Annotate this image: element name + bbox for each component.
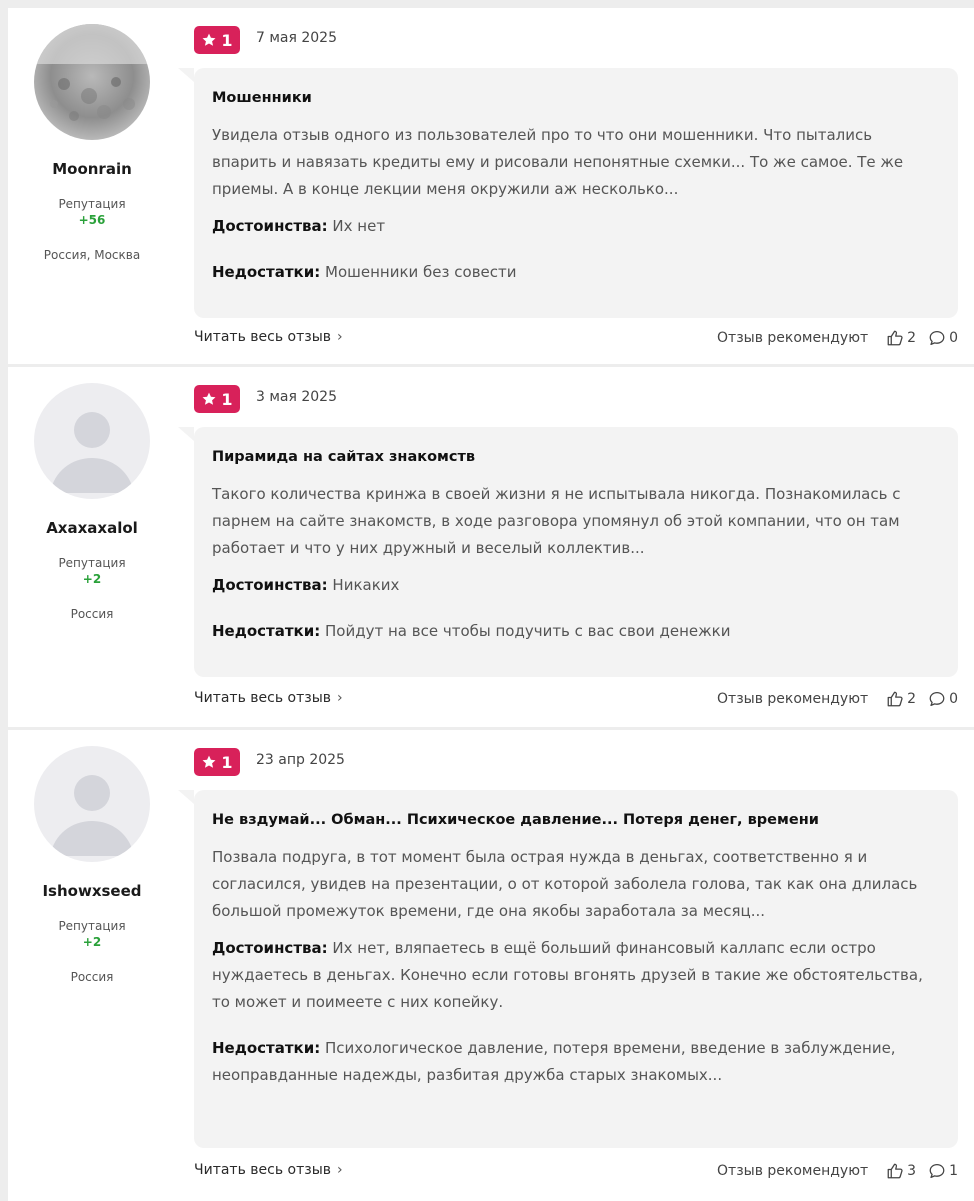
rating-value: 1 (221, 389, 233, 409)
rating-badge: 1 (194, 748, 240, 776)
reputation-label: Репутация (58, 919, 126, 933)
review-card: Moonrain Репутация +56 Россия, Москва 1 … (8, 8, 974, 364)
avatar[interactable] (34, 746, 150, 862)
read-more-link[interactable]: Читать весь отзыв › (194, 1162, 343, 1178)
comment-icon (929, 691, 945, 707)
review-excerpt: Такого количества кринжа в своей жизни я… (212, 485, 901, 557)
user-placeholder-icon (34, 746, 150, 862)
review-pros: Достоинства: Никаких (212, 572, 940, 599)
like-count: 2 (907, 330, 917, 346)
comment-count: 1 (949, 1163, 958, 1179)
author-location: Россия (70, 607, 114, 621)
chevron-right-icon: › (337, 1162, 343, 1178)
review-actions: Отзыв рекомендуют 2 0 (717, 690, 958, 708)
review-cons: Недостатки: Пойдут на все чтобы подучить… (212, 618, 940, 645)
pros-label: Достоинства: (212, 217, 328, 235)
chevron-right-icon: › (337, 329, 343, 345)
comment-button[interactable]: 0 (928, 690, 958, 708)
comment-count: 0 (949, 330, 958, 346)
review-title[interactable]: Мошенники (212, 88, 940, 108)
reputation-value: +2 (82, 572, 102, 586)
comment-icon (929, 330, 945, 346)
like-count: 2 (907, 691, 917, 707)
star-icon (202, 392, 216, 405)
review-cons: Недостатки: Мошенники без совести (212, 259, 940, 286)
review-date: 23 апр 2025 (256, 752, 345, 768)
review-excerpt: Увидела отзыв одного из пользователей пр… (212, 126, 904, 198)
review-body: Мошенники Увидела отзыв одного из пользо… (178, 68, 958, 318)
review-pros: Достоинства: Их нет (212, 213, 940, 240)
chevron-right-icon: › (337, 690, 343, 706)
pros-text: Их нет (332, 217, 386, 235)
rating-value: 1 (221, 752, 233, 772)
review-cons: Недостатки: Психологическое давление, по… (212, 1035, 940, 1089)
review-title[interactable]: Пирамида на сайтах знакомств (212, 447, 940, 467)
reputation-value: +56 (78, 213, 106, 227)
thumbs-up-icon (887, 1163, 903, 1179)
user-placeholder-icon (34, 383, 150, 499)
author-name[interactable]: Ishowxseed (8, 882, 176, 900)
rating-badge: 1 (194, 26, 240, 54)
review-date: 3 мая 2025 (256, 389, 337, 405)
pros-label: Достоинства: (212, 939, 328, 957)
recommend-label: Отзыв рекомендуют (717, 330, 869, 346)
cons-label: Недостатки: (212, 622, 321, 640)
avatar[interactable] (34, 383, 150, 499)
like-button[interactable]: 3 (886, 1162, 916, 1180)
review-card: Axaxaxalol Репутация +2 Россия 1 3 мая 2… (8, 367, 974, 727)
recommend-label: Отзыв рекомендуют (717, 1163, 869, 1179)
read-more-label: Читать весь отзыв (194, 690, 332, 706)
star-icon (202, 33, 216, 46)
review-card: Ishowxseed Репутация +2 Россия 1 23 апр … (8, 730, 974, 1201)
review-footer: Читать весь отзыв › Отзыв рекомендуют 2 … (194, 329, 958, 349)
avatar[interactable] (34, 24, 150, 140)
rating-value: 1 (221, 30, 233, 50)
cons-label: Недостатки: (212, 263, 321, 281)
review-pros: Достоинства: Их нет, вляпаетесь в ещё бо… (212, 935, 940, 1016)
review-footer: Читать весь отзыв › Отзыв рекомендуют 3 … (194, 1162, 958, 1182)
read-more-label: Читать весь отзыв (194, 1162, 332, 1178)
review-date: 7 мая 2025 (256, 30, 337, 46)
comment-button[interactable]: 0 (928, 329, 958, 347)
thumbs-up-icon (887, 691, 903, 707)
like-button[interactable]: 2 (886, 329, 916, 347)
author-location: Россия (70, 970, 114, 984)
cons-text: Пойдут на все чтобы подучить с вас свои … (325, 622, 731, 640)
author-location: Россия, Москва (43, 248, 141, 262)
author-name[interactable]: Moonrain (8, 160, 176, 178)
cons-label: Недостатки: (212, 1039, 321, 1057)
avatar-photo-image (34, 24, 150, 140)
comment-button[interactable]: 1 (928, 1162, 958, 1180)
review-actions: Отзыв рекомендуют 2 0 (717, 329, 958, 347)
rating-badge: 1 (194, 385, 240, 413)
review-body: Пирамида на сайтах знакомств Такого коли… (178, 427, 958, 677)
recommend-label: Отзыв рекомендуют (717, 691, 869, 707)
thumbs-up-icon (887, 330, 903, 346)
read-more-link[interactable]: Читать весь отзыв › (194, 329, 343, 345)
read-more-label: Читать весь отзыв (194, 329, 332, 345)
read-more-link[interactable]: Читать весь отзыв › (194, 690, 343, 706)
cons-text: Мошенники без совести (325, 263, 517, 281)
pros-text: Никаких (332, 576, 400, 594)
review-excerpt: Позвала подруга, в тот момент была остра… (212, 848, 918, 920)
like-button[interactable]: 2 (886, 690, 916, 708)
reputation-label: Репутация (58, 556, 126, 570)
review-footer: Читать весь отзыв › Отзыв рекомендуют 2 … (194, 690, 958, 710)
like-count: 3 (907, 1163, 917, 1179)
pros-label: Достоинства: (212, 576, 328, 594)
reviews-list: Moonrain Репутация +56 Россия, Москва 1 … (0, 0, 974, 1201)
review-title[interactable]: Не вздумай... Обман... Психическое давле… (212, 810, 940, 830)
author-name[interactable]: Axaxaxalol (8, 519, 176, 537)
review-actions: Отзыв рекомендуют 3 1 (717, 1162, 958, 1180)
review-body: Не вздумай... Обман... Психическое давле… (178, 790, 958, 1148)
reputation-label: Репутация (58, 197, 126, 211)
reputation-value: +2 (82, 935, 102, 949)
comment-icon (929, 1163, 945, 1179)
comment-count: 0 (949, 691, 958, 707)
star-icon (202, 755, 216, 768)
